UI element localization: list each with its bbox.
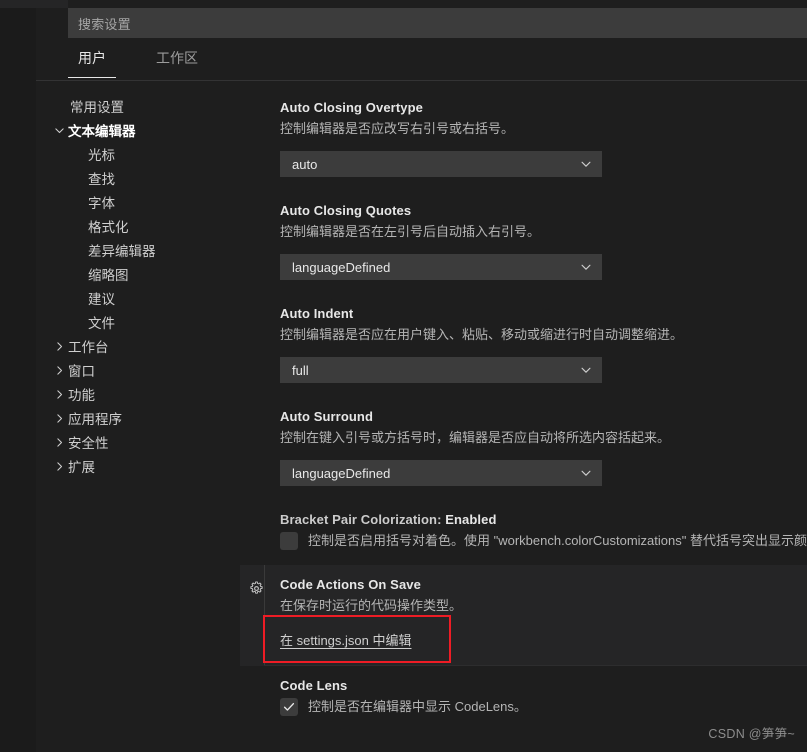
tabs-divider [36,80,807,81]
dropdown-value: full [292,362,309,378]
chevron-down-icon [579,260,593,274]
sidebar-item-label: 光标 [88,148,115,163]
sidebar-item-15[interactable]: 扩展 [36,454,230,478]
sidebar-item-3[interactable]: 查找 [36,166,230,190]
sidebar-item-13[interactable]: 应用程序 [36,406,230,430]
setting-description: 控制编辑器是否在左引号后自动插入右引号。 [280,224,541,239]
sidebar-item-label: 工作台 [68,340,109,355]
sidebar-item-label: 扩展 [68,460,95,475]
chevron-down-icon [579,157,593,171]
sidebar-item-label: 文本编辑器 [68,124,136,139]
sidebar-item-label: 应用程序 [68,412,122,427]
setting-description: 控制是否在编辑器中显示 CodeLens。 [308,699,527,714]
setting-item-code-lens[interactable]: Code Lens 控制是否在编辑器中显示 CodeLens。 [240,666,807,731]
chevron-right-icon[interactable] [50,460,68,473]
setting-title: Auto Indent [280,306,354,321]
setting-title: Code Lens [280,678,348,693]
setting-description: 控制编辑器是否应在用户键入、粘贴、移动或缩进行时自动调整缩进。 [280,327,684,342]
tab-user[interactable]: 用户 [68,44,116,78]
dropdown-value: auto [292,156,318,172]
search-input[interactable]: 搜索设置 [68,14,131,33]
tab-workspace-label: 工作区 [156,50,198,66]
json-link-wrap: 在 settings.json 中编辑 [280,630,807,652]
settings-tree: 常用设置文本编辑器光标查找字体格式化差异编辑器缩略图建议文件工作台窗口功能应用程… [36,88,230,752]
setting-title: Auto Closing Overtype [280,100,423,115]
sidebar-item-7[interactable]: 缩略图 [36,262,230,286]
sidebar-item-5[interactable]: 格式化 [36,214,230,238]
sidebar-item-label: 功能 [68,388,95,403]
setting-title-suffix: Enabled [445,512,497,527]
setting-checkbox-row: 控制是否启用括号对着色。使用 "workbench.colorCustomiza… [280,531,807,551]
setting-item-auto-indent[interactable]: Auto Indent 控制编辑器是否应在用户键入、粘贴、移动或缩进行时自动调整缩… [240,294,807,397]
sidebar-item-4[interactable]: 字体 [36,190,230,214]
sidebar-item-label: 字体 [88,196,115,211]
settings-window: 搜索设置 用户 工作区 常用设置文本编辑器光标查找字体格式化差异编辑器缩略图建议… [0,0,807,752]
setting-title-prefix: Bracket Pair Colorization: [280,512,446,527]
settings-scope-tabs: 用户 工作区 [36,44,807,80]
chevron-down-icon[interactable] [50,124,68,137]
sidebar-item-14[interactable]: 安全性 [36,430,230,454]
dropdown-auto-closing-overtype[interactable]: auto [280,151,602,177]
chevron-right-icon[interactable] [50,388,68,401]
setting-item-bracket-pair-colorization-enabled[interactable]: Bracket Pair Colorization: Enabled 控制是否启用… [240,500,807,565]
setting-item-auto-closing-overtype[interactable]: Auto Closing Overtype 控制编辑器是否应改写右引号或右括号。 a… [240,88,807,191]
sidebar-item-2[interactable]: 光标 [36,142,230,166]
setting-description: 控制编辑器是否应改写右引号或右括号。 [280,121,515,136]
setting-description: 在保存时运行的代码操作类型。 [280,598,463,613]
setting-item-code-actions-on-save[interactable]: Code Actions On Save 在保存时运行的代码操作类型。在 sett… [240,565,807,666]
setting-title: Bracket Pair Colorization: Enabled [280,512,807,527]
setting-title: Auto Closing Quotes [280,203,412,218]
left-gutter [0,0,36,752]
setting-checkbox-row: 控制是否在编辑器中显示 CodeLens。 [280,697,807,717]
search-settings-bar[interactable]: 搜索设置 [68,8,807,38]
settings-list: Auto Closing Overtype 控制编辑器是否应改写右引号或右括号。 a… [240,88,807,752]
sidebar-item-8[interactable]: 建议 [36,286,230,310]
sidebar-item-12[interactable]: 功能 [36,382,230,406]
sidebar-item-10[interactable]: 工作台 [36,334,230,358]
sidebar-item-11[interactable]: 窗口 [36,358,230,382]
chevron-right-icon[interactable] [50,412,68,425]
setting-title: Auto Surround [280,409,374,424]
tab-workspace[interactable]: 工作区 [146,44,208,78]
dropdown-auto-indent[interactable]: full [280,357,602,383]
dropdown-auto-closing-quotes[interactable]: languageDefined [280,254,602,280]
chevron-right-icon[interactable] [50,340,68,353]
setting-title: Code Actions On Save [280,577,421,592]
sidebar-item-label: 格式化 [88,220,129,235]
watermark: CSDN @笋笋~ [708,727,795,741]
gear-icon[interactable] [249,581,265,597]
sidebar-item-label: 缩略图 [88,268,129,283]
setting-item-auto-surround[interactable]: Auto Surround 控制在键入引号或方括号时，编辑器是否应自动将所选内容括… [240,397,807,500]
sidebar-item-label: 文件 [88,316,115,331]
sidebar-item-1[interactable]: 文本编辑器 [36,118,230,142]
sidebar-item-label: 安全性 [68,436,109,451]
tab-user-label: 用户 [78,50,106,66]
checkbox-code-lens[interactable] [280,698,298,716]
chevron-down-icon [579,466,593,480]
dropdown-auto-surround[interactable]: languageDefined [280,460,602,486]
edit-in-settings-json-link[interactable]: 在 settings.json 中编辑 [280,630,412,649]
gutter-top-strip [0,0,68,8]
chevron-down-icon [579,363,593,377]
sidebar-item-label: 查找 [88,172,115,187]
sidebar-item-label: 窗口 [68,364,95,379]
sidebar-item-0[interactable]: 常用设置 [36,94,230,118]
sidebar-item-label: 建议 [88,292,115,307]
dropdown-value: languageDefined [292,259,391,275]
sidebar-item-6[interactable]: 差异编辑器 [36,238,230,262]
checkbox-bracket-pair-colorization-enabled[interactable] [280,532,298,550]
dropdown-value: languageDefined [292,465,391,481]
setting-item-auto-closing-quotes[interactable]: Auto Closing Quotes 控制编辑器是否在左引号后自动插入右引号。 l… [240,191,807,294]
chevron-right-icon[interactable] [50,364,68,377]
sidebar-item-label: 常用设置 [70,100,124,115]
setting-description: 控制是否启用括号对着色。使用 "workbench.colorCustomiza… [308,533,807,548]
sidebar-item-9[interactable]: 文件 [36,310,230,334]
setting-description: 控制在键入引号或方括号时，编辑器是否应自动将所选内容括起来。 [280,430,671,445]
chevron-right-icon[interactable] [50,436,68,449]
sidebar-item-label: 差异编辑器 [88,244,156,259]
